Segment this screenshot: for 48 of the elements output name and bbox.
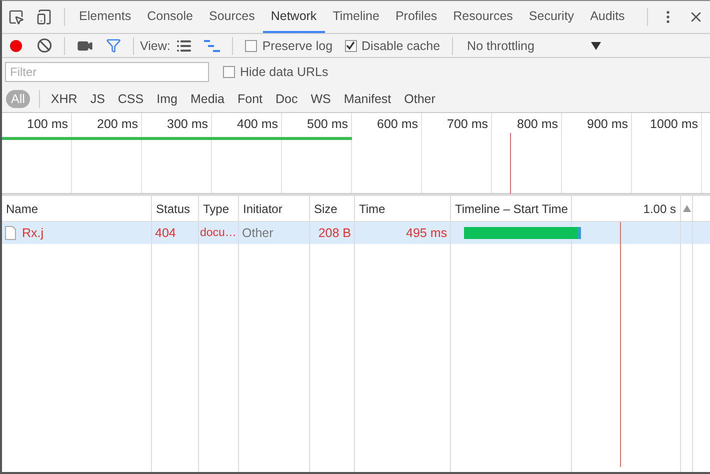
time-tick: 900 ms xyxy=(587,117,628,133)
request-row[interactable]: Rx.j 404 docu… Other 208 B 495 ms xyxy=(2,222,710,244)
document-icon xyxy=(5,226,16,240)
type-filter[interactable]: Doc xyxy=(270,90,303,108)
time-tick: 500 ms xyxy=(307,117,348,133)
view-label: View: xyxy=(140,38,170,52)
sort-arrow-icon[interactable] xyxy=(682,205,690,212)
size-cell: 208 B xyxy=(318,226,351,240)
type-filter[interactable]: XHR xyxy=(46,90,82,108)
time-tick: 800 ms xyxy=(517,117,558,133)
time-tick: 100 ms xyxy=(27,117,68,133)
type-filter[interactable]: CSS xyxy=(112,90,149,108)
panel-tab[interactable]: Audits xyxy=(582,1,633,33)
type-filter[interactable]: Manifest xyxy=(338,90,396,108)
initiator-cell: Other xyxy=(242,226,274,240)
panel-tab[interactable]: Profiles xyxy=(387,1,446,33)
type-filter[interactable]: Img xyxy=(152,90,182,108)
load-event-line xyxy=(510,133,511,195)
time-tick: 200 ms xyxy=(97,117,138,133)
throttling-dropdown[interactable]: No throttling xyxy=(459,38,610,52)
time-tick: 600 ms xyxy=(377,117,418,133)
status-cell: 404 xyxy=(155,226,176,240)
checkbox[interactable] xyxy=(344,40,357,52)
panel-tab[interactable]: Security xyxy=(520,1,582,33)
filter-field[interactable]: Filter xyxy=(5,62,209,82)
panel-tab[interactable]: Sources xyxy=(200,1,263,33)
dropdown-arrow-icon xyxy=(591,42,602,50)
time-tick: 400 ms xyxy=(237,117,278,133)
type-filter[interactable]: Font xyxy=(232,90,268,108)
checkbox[interactable] xyxy=(223,66,235,78)
type-filter[interactable]: Media xyxy=(185,90,230,108)
type-cell: docu… xyxy=(200,227,236,239)
time-tick: 300 ms xyxy=(167,117,208,133)
checkbox[interactable] xyxy=(245,40,258,52)
checkbox-label: Preserve log xyxy=(262,38,333,52)
name-cell: Rx.j xyxy=(22,226,44,240)
time-tick: 1000 ms xyxy=(650,117,698,133)
panel-tab[interactable]: Console xyxy=(139,1,201,33)
panel-tab[interactable]: Timeline xyxy=(324,1,388,33)
type-filter[interactable]: WS xyxy=(306,90,336,108)
type-filter[interactable]: JS xyxy=(85,90,110,108)
panel-tab[interactable]: Elements xyxy=(71,1,140,33)
time-tick: 700 ms xyxy=(447,117,488,133)
time-cell: 495 ms xyxy=(406,226,447,240)
panel-tab[interactable]: Resources xyxy=(445,1,521,33)
type-filter[interactable]: Other xyxy=(399,90,440,108)
checkbox-label: Disable cache xyxy=(362,38,440,52)
checkbox-label: Hide data URLs xyxy=(240,65,328,79)
